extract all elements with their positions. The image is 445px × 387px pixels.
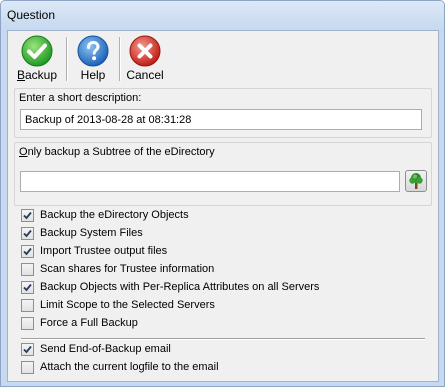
subtree-group: Only backup a Subtree of the eDirectory xyxy=(14,142,432,206)
checkbox-unchecked[interactable] xyxy=(21,263,34,276)
cancel-label: Cancel xyxy=(126,68,164,82)
description-group: Enter a short description: xyxy=(14,88,432,138)
checkbox-checked[interactable] xyxy=(21,227,34,240)
title-bar[interactable]: Question xyxy=(1,1,444,30)
help-label: Help xyxy=(80,68,106,82)
checkbox-checked[interactable] xyxy=(21,343,34,356)
checkbox-unchecked[interactable] xyxy=(21,299,34,312)
subtree-input[interactable] xyxy=(20,171,400,192)
checkbox-label: Limit Scope to the Selected Servers xyxy=(40,299,215,311)
cancel-icon xyxy=(129,35,161,67)
checkbox-label: Force a Full Backup xyxy=(40,317,138,329)
subtree-label-accel: O xyxy=(19,146,28,158)
subtree-label: Only backup a Subtree of the eDirectory xyxy=(19,146,215,158)
description-input[interactable] xyxy=(20,109,422,130)
help-button[interactable]: Help xyxy=(71,33,115,85)
backup-label: Backup xyxy=(13,68,61,82)
subtree-label-rest: nly backup a Subtree of the eDirectory xyxy=(27,146,215,158)
browse-tree-button[interactable] xyxy=(405,170,427,192)
checkbox-label: Scan shares for Trustee information xyxy=(40,263,215,275)
toolbar-separator xyxy=(119,37,121,81)
cancel-button[interactable]: Cancel xyxy=(123,33,167,85)
dialog-body: Backup Help Cancel Enter a short descrip… xyxy=(7,30,439,382)
checkbox-label: Backup System Files xyxy=(40,227,143,239)
checkbox-checked[interactable] xyxy=(21,245,34,258)
checkbox-label: Backup Objects with Per-Replica Attribut… xyxy=(40,281,320,293)
window-title: Question xyxy=(7,8,56,22)
checkbox-checked[interactable] xyxy=(21,209,34,222)
backup-label-accel: B xyxy=(16,68,25,82)
check-icon xyxy=(21,35,53,67)
question-dialog: Question Backup Help Cancel Enter a shor… xyxy=(0,0,445,387)
checkbox-label: Attach the current logfile to the email xyxy=(40,361,219,373)
checkbox-label: Backup the eDirectory Objects xyxy=(40,209,189,221)
description-label: Enter a short description: xyxy=(19,92,142,104)
options-separator xyxy=(21,338,425,340)
checkbox-label: Send End-of-Backup email xyxy=(40,343,171,355)
checkbox-label: Import Trustee output files xyxy=(40,245,168,257)
help-icon xyxy=(77,35,109,67)
backup-label-rest: ackup xyxy=(24,68,58,82)
checkbox-unchecked[interactable] xyxy=(21,317,34,330)
checkbox-unchecked[interactable] xyxy=(21,361,34,374)
toolbar-separator xyxy=(66,37,68,81)
backup-button[interactable]: Backup xyxy=(13,33,61,85)
checkbox-checked[interactable] xyxy=(21,281,34,294)
